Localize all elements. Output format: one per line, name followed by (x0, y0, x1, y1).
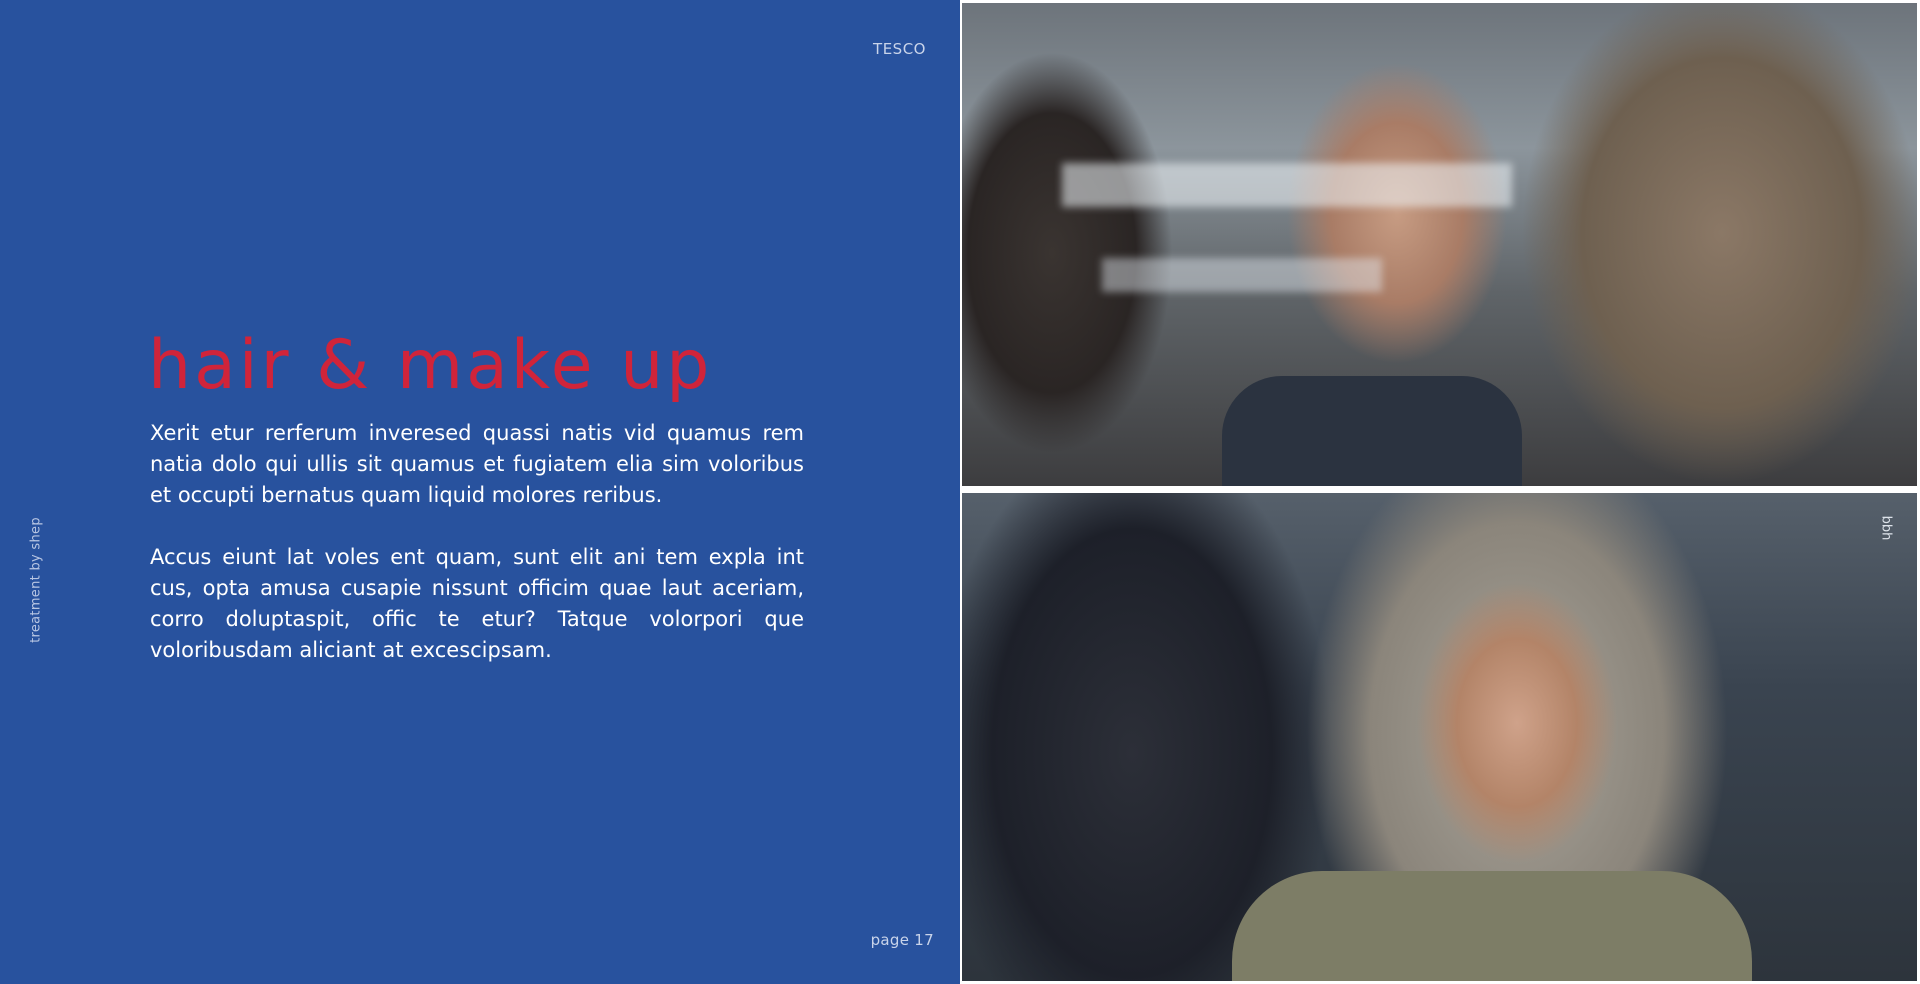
dark-jacket (1222, 376, 1522, 486)
body-paragraph-2: Accus eiunt lat voles ent quam, sunt eli… (150, 545, 804, 662)
image-panel: bbh (960, 0, 1920, 984)
treatment-credit-label: treatment by shep (28, 517, 44, 643)
page-title: hair & make up (148, 326, 713, 405)
man-with-mustache-photo (962, 3, 1917, 486)
text-panel: TESCO treatment by shep hair & make up X… (0, 0, 960, 984)
trench-coat (1232, 871, 1752, 981)
brand-label: TESCO (873, 40, 926, 58)
body-copy: Xerit etur rerferum inveresed quassi nat… (150, 418, 804, 697)
slide-page: TESCO treatment by shep hair & make up X… (0, 0, 1920, 984)
body-paragraph-1: Xerit etur rerferum inveresed quassi nat… (150, 421, 804, 507)
ceiling-lights (1102, 258, 1382, 292)
page-number: page 17 (870, 931, 934, 949)
woman-with-grey-hair-photo (962, 493, 1917, 981)
ceiling-lights (1062, 163, 1512, 207)
agency-label: bbh (1878, 515, 1894, 541)
